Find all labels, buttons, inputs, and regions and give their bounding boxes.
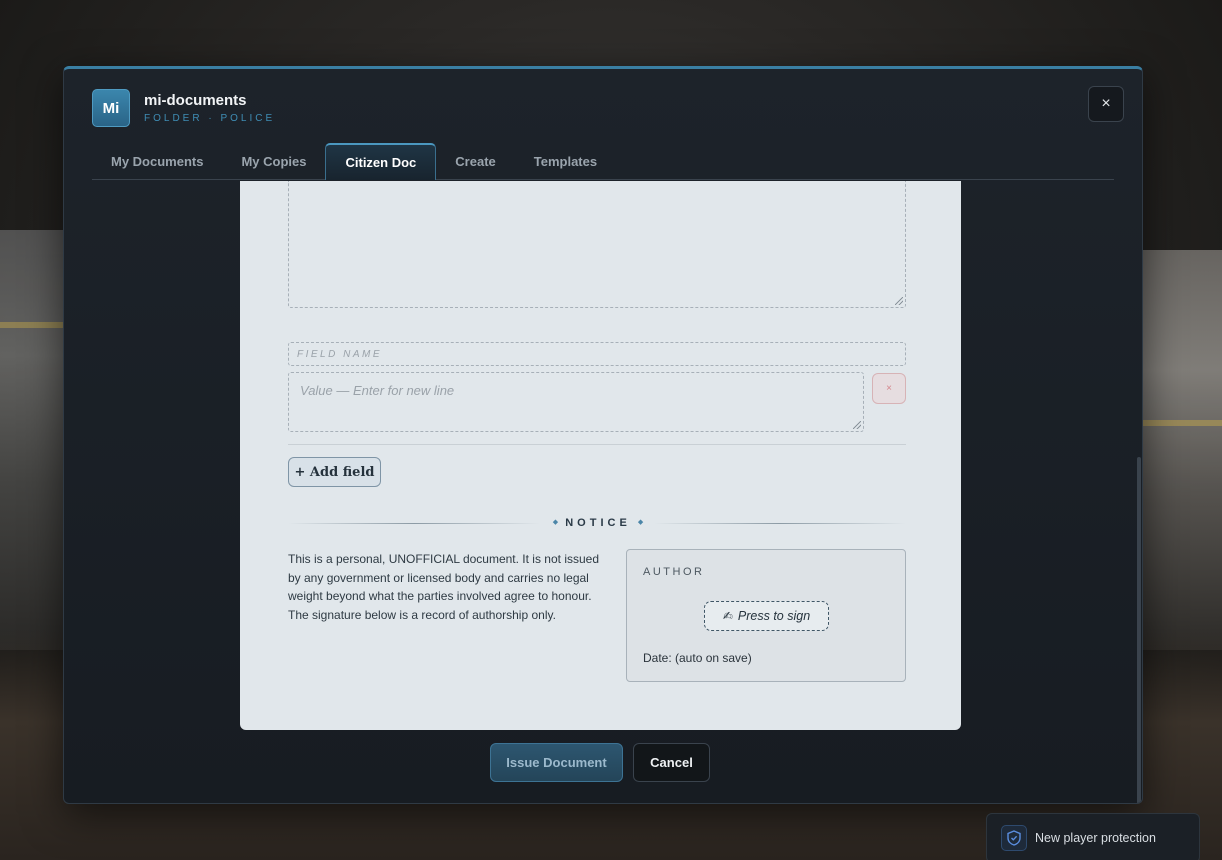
add-field-button[interactable]: + Add field [288,457,381,487]
author-box: AUTHOR ✍ Press to sign Date: (auto on sa… [626,549,906,682]
author-label: AUTHOR [643,566,705,578]
diamond-icon: ◆ [637,519,644,526]
scrollbar-thumb[interactable] [1137,457,1141,803]
press-to-sign-button[interactable]: ✍ Press to sign [704,601,829,631]
tab-my-documents[interactable]: My Documents [92,143,222,180]
notice-rule-left [288,523,540,524]
background-wall-left [0,230,64,650]
divider [288,444,906,445]
remove-icon: × [886,383,892,394]
toast-text: New player protection [1035,831,1156,845]
field-name-input[interactable]: FIELD NAME [288,342,906,366]
notice-body: This is a personal, UNOFFICIAL document.… [288,552,600,622]
notice-rule-right [654,523,906,524]
tab-create[interactable]: Create [436,143,514,180]
app-titles: mi-documents FOLDER · POLICE [144,92,275,124]
resize-handle-icon[interactable] [853,421,861,429]
app-subtitle: FOLDER · POLICE [144,113,276,124]
remove-field-button[interactable]: × [872,373,906,404]
app-title: mi-documents [144,92,247,109]
cancel-button[interactable]: Cancel [633,743,710,782]
issue-document-button[interactable]: Issue Document [490,743,623,782]
window-header: Mi mi-documents FOLDER · POLICE [92,88,275,128]
writing-hand-icon: ✍ [722,609,733,623]
diamond-icon: ◆ [552,519,559,526]
tab-my-copies[interactable]: My Copies [222,143,325,180]
sign-label: Press to sign [737,609,811,623]
field-value-placeholder: Value — Enter for new line [300,383,455,398]
notice-heading-text: NOTICE [565,517,631,529]
close-icon: × [1101,95,1111,112]
notice-heading: ◆ NOTICE ◆ [546,517,650,529]
field-value-input[interactable]: Value — Enter for new line [288,372,864,432]
new-player-protection-toast: New player protection [986,813,1200,860]
background-wall-right [1142,250,1222,650]
close-button[interactable]: × [1088,86,1124,122]
author-date: Date: (auto on save) [643,651,752,665]
app-logo: Mi [92,89,130,127]
tab-citizen-doc[interactable]: Citizen Doc [325,143,437,180]
documents-window: Mi mi-documents FOLDER · POLICE × My Doc… [63,66,1143,804]
tab-templates[interactable]: Templates [515,143,616,180]
shield-icon [1001,825,1027,851]
previous-field-value[interactable] [288,181,906,308]
notice-heading-row: ◆ NOTICE ◆ [288,517,906,531]
tab-bar: My Documents My Copies Citizen Doc Creat… [92,143,1114,180]
document-paper: FIELD NAME Value — Enter for new line × … [240,181,961,730]
resize-handle-icon[interactable] [895,297,903,305]
